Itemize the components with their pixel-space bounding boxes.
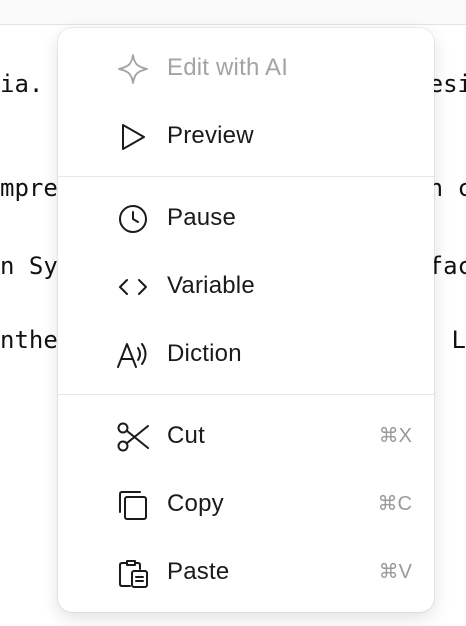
variable-menu-item[interactable]: Variable: [58, 252, 434, 320]
document-text-right: fac: [428, 252, 466, 280]
sparkle-icon: [116, 54, 150, 84]
pause-menu-item[interactable]: Pause: [58, 184, 434, 252]
menu-item-label: Paste: [167, 558, 230, 585]
document-text-right: n c: [428, 174, 466, 202]
clipboard-icon: [116, 558, 150, 588]
scissors-icon: [116, 422, 150, 452]
copy-menu-item[interactable]: Copy ⌘C: [58, 470, 434, 538]
editor-top-bar: [0, 0, 466, 25]
code-brackets-icon: [116, 272, 150, 302]
document-text-left: mpre: [0, 174, 58, 202]
document-text-left: ia.: [0, 70, 44, 98]
shortcut-label: ⌘C: [377, 493, 412, 515]
document-text-right: L: [451, 326, 466, 354]
context-menu: Edit with AI Preview Pause Variable Dict…: [58, 28, 434, 612]
menu-item-label: Preview: [167, 122, 254, 149]
shortcut-label: ⌘X: [378, 425, 412, 447]
menu-item-label: Variable: [167, 272, 255, 299]
edit-with-ai-menu-item: Edit with AI: [58, 34, 434, 102]
menu-item-label: Copy: [167, 490, 224, 517]
menu-item-label: Cut: [167, 422, 205, 449]
shortcut-label: ⌘V: [378, 561, 412, 583]
document-text-right: esi: [428, 70, 466, 98]
menu-item-label: Pause: [167, 204, 237, 231]
clock-icon: [116, 204, 150, 234]
menu-item-label: Diction: [167, 340, 242, 367]
preview-menu-item[interactable]: Preview: [58, 102, 434, 170]
menu-item-label: Edit with AI: [167, 54, 289, 81]
cut-menu-item[interactable]: Cut ⌘X: [58, 402, 434, 470]
document-text-left: n Sy: [0, 252, 58, 280]
play-icon: [116, 122, 150, 152]
paste-menu-item[interactable]: Paste ⌘V: [58, 538, 434, 606]
diction-menu-item[interactable]: Diction: [58, 320, 434, 388]
menu-separator: [58, 394, 434, 395]
speech-wave-icon: [116, 340, 150, 370]
menu-separator: [58, 176, 434, 177]
document-text-left: nthe: [0, 326, 58, 354]
copy-icon: [116, 490, 150, 520]
